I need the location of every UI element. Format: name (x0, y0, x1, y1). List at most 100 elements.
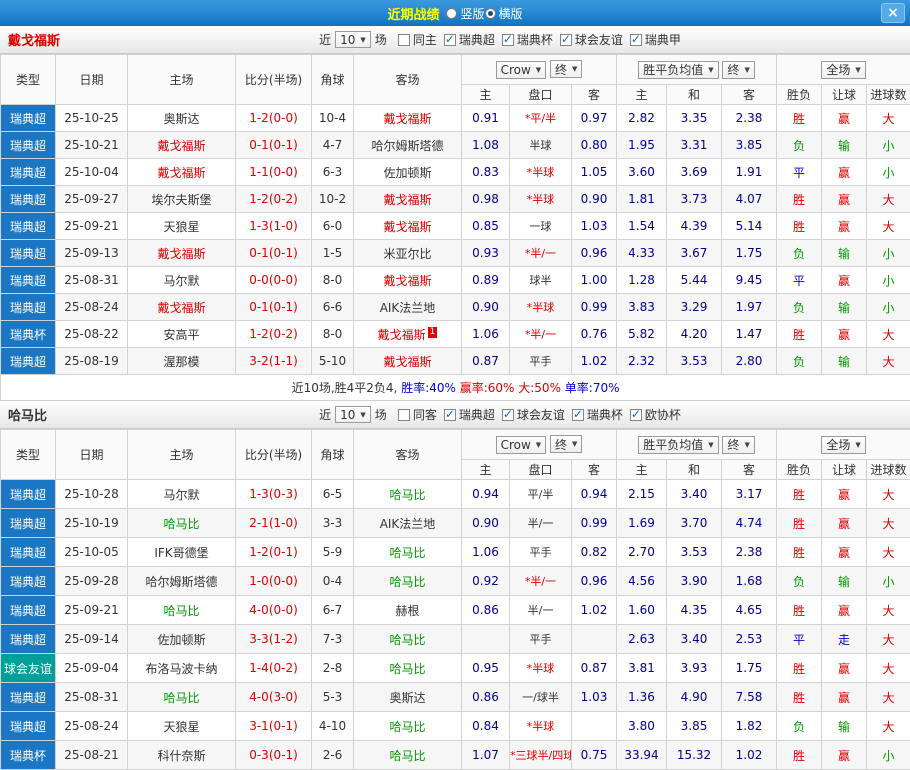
filter-checkbox-同客[interactable]: 同客 (398, 406, 437, 423)
euro-home-odds: 5.82 (617, 321, 667, 348)
away-team-link[interactable]: 戴戈福斯 (354, 267, 462, 294)
away-team-link[interactable]: 赫根 (354, 596, 462, 625)
filter-checkbox-球会友谊[interactable]: 球会友谊 (560, 31, 623, 48)
euro-draw-odds: 5.44 (667, 267, 722, 294)
europe-odds-select[interactable]: 胜平负均值▼ (638, 61, 718, 79)
away-team-link[interactable]: 哈马比 (354, 567, 462, 596)
match-date-cell: 25-10-19 (56, 509, 128, 538)
handicap-cell: 平/半 (510, 480, 572, 509)
away-team-link[interactable]: 戴戈福斯 (354, 348, 462, 375)
home-team-link[interactable]: 戴戈福斯 (128, 240, 236, 267)
home-team-link[interactable]: 哈马比 (128, 509, 236, 538)
euro-draw-odds: 3.40 (667, 480, 722, 509)
filter-checkbox-球会友谊[interactable]: 球会友谊 (502, 406, 565, 423)
subcol-goals: 进球数 (867, 460, 910, 480)
euro-home-odds: 1.81 (617, 186, 667, 213)
away-team-link[interactable]: 奥斯达 (354, 683, 462, 712)
scope-select[interactable]: 全场▼ (821, 436, 865, 454)
home-team-link[interactable]: IFK哥德堡 (128, 538, 236, 567)
euro-home-odds: 1.95 (617, 132, 667, 159)
score-cell: 1-3(1-0) (236, 213, 312, 240)
home-team-link[interactable]: 天狼星 (128, 213, 236, 240)
matches-table: 类型 日期 主场 比分(半场) 角球 客场 Crow▼ 终▼ 胜平负均值▼ 终▼ (0, 429, 910, 770)
home-team-link[interactable]: 戴戈福斯 (128, 159, 236, 186)
corner-cell: 7-3 (312, 625, 354, 654)
away-team-link[interactable]: AIK法兰地 (354, 509, 462, 538)
filter-checkbox-瑞典超[interactable]: 瑞典超 (444, 406, 495, 423)
europe-final-select[interactable]: 终▼ (722, 61, 754, 79)
europe-odds-select[interactable]: 胜平负均值▼ (638, 436, 718, 454)
away-team-link[interactable]: 米亚尔比 (354, 240, 462, 267)
corner-cell: 6-6 (312, 294, 354, 321)
home-team-link[interactable]: 戴戈福斯 (128, 294, 236, 321)
filter-checkbox-同主[interactable]: 同主 (398, 31, 437, 48)
home-team-link[interactable]: 埃尔夫斯堡 (128, 186, 236, 213)
away-team-link[interactable]: 哈马比 (354, 480, 462, 509)
away-team-link[interactable]: 哈马比 (354, 741, 462, 770)
subcol-euro-home: 主 (617, 460, 667, 480)
away-team-link[interactable]: 哈马比 (354, 538, 462, 567)
away-team-link[interactable]: 哈马比 (354, 625, 462, 654)
summary-segment: 单率:70% (561, 381, 620, 395)
europe-final-value: 终 (727, 61, 739, 78)
home-team-link[interactable]: 哈马比 (128, 596, 236, 625)
home-team-link[interactable]: 马尔默 (128, 480, 236, 509)
match-count-select[interactable]: 10▼ (335, 406, 371, 423)
bookmaker-select[interactable]: Crow▼ (496, 61, 547, 79)
match-row: 瑞典超 25-08-31 哈马比 4-0(3-0) 5-3 奥斯达 0.86 一… (1, 683, 910, 712)
home-team-link[interactable]: 戴戈福斯 (128, 132, 236, 159)
home-team-link[interactable]: 哈马比 (128, 683, 236, 712)
result-cell: 胜 (777, 654, 822, 683)
close-button[interactable]: × (881, 3, 905, 23)
euro-away-odds: 1.02 (722, 741, 777, 770)
filter-checkbox-欧协杯[interactable]: 欧协杯 (630, 406, 681, 423)
checkbox-icon (572, 409, 584, 421)
dropdown-arrow-icon: ▼ (572, 65, 577, 73)
away-team-link[interactable]: 戴戈福斯 (354, 105, 462, 132)
home-team-link[interactable]: 安高平 (128, 321, 236, 348)
home-team-link[interactable]: 渥那模 (128, 348, 236, 375)
score-cell: 1-2(0-1) (236, 538, 312, 567)
home-team-link[interactable]: 奥斯达 (128, 105, 236, 132)
filter-checkbox-瑞典杯[interactable]: 瑞典杯 (502, 31, 553, 48)
corner-cell: 3-3 (312, 509, 354, 538)
corner-cell: 5-9 (312, 538, 354, 567)
corner-cell: 4-7 (312, 132, 354, 159)
bookmaker-select[interactable]: Crow▼ (496, 436, 547, 454)
asian-away-odds: 0.96 (572, 240, 617, 267)
scope-select-value: 全场 (826, 436, 850, 453)
filter-checkbox-瑞典超[interactable]: 瑞典超 (444, 31, 495, 48)
match-count-select[interactable]: 10▼ (335, 31, 371, 48)
view-radio-竖版[interactable]: 竖版 (446, 5, 484, 22)
team-name: 戴戈福斯 (8, 30, 60, 49)
away-team-link[interactable]: 哈马比 (354, 654, 462, 683)
away-team-link[interactable]: 戴戈福斯1 (354, 321, 462, 348)
away-team-link[interactable]: 戴戈福斯 (354, 186, 462, 213)
asian-final-select[interactable]: 终▼ (550, 435, 582, 453)
home-team-link[interactable]: 科什奈斯 (128, 741, 236, 770)
away-team-name: 哈马比 (389, 720, 425, 734)
away-team-link[interactable]: 佐加顿斯 (354, 159, 462, 186)
home-team-link[interactable]: 天狼星 (128, 712, 236, 741)
match-row: 瑞典超 25-08-31 马尔默 0-0(0-0) 8-0 戴戈福斯 0.89 … (1, 267, 910, 294)
home-team-link[interactable]: 哈尔姆斯塔德 (128, 567, 236, 596)
euro-home-odds: 2.15 (617, 480, 667, 509)
away-team-link[interactable]: 哈马比 (354, 712, 462, 741)
away-team-link[interactable]: AIK法兰地 (354, 294, 462, 321)
score-cell: 1-2(0-2) (236, 321, 312, 348)
europe-final-select[interactable]: 终▼ (722, 436, 754, 454)
away-team-link[interactable]: 哈尔姆斯塔德 (354, 132, 462, 159)
match-date-cell: 25-10-05 (56, 538, 128, 567)
euro-home-odds: 4.56 (617, 567, 667, 596)
view-radio-横版[interactable]: 横版 (485, 5, 523, 22)
home-team-link[interactable]: 佐加顿斯 (128, 625, 236, 654)
euro-away-odds: 7.58 (722, 683, 777, 712)
home-team-link[interactable]: 马尔默 (128, 267, 236, 294)
filter-checkbox-瑞典杯[interactable]: 瑞典杯 (572, 406, 623, 423)
scope-select[interactable]: 全场▼ (821, 61, 865, 79)
home-team-link[interactable]: 布洛马波卡纳 (128, 654, 236, 683)
filter-checkbox-瑞典甲[interactable]: 瑞典甲 (630, 31, 681, 48)
asian-final-select[interactable]: 终▼ (550, 60, 582, 78)
away-team-link[interactable]: 戴戈福斯 (354, 213, 462, 240)
subcol-handicap: 盘口 (510, 85, 572, 105)
